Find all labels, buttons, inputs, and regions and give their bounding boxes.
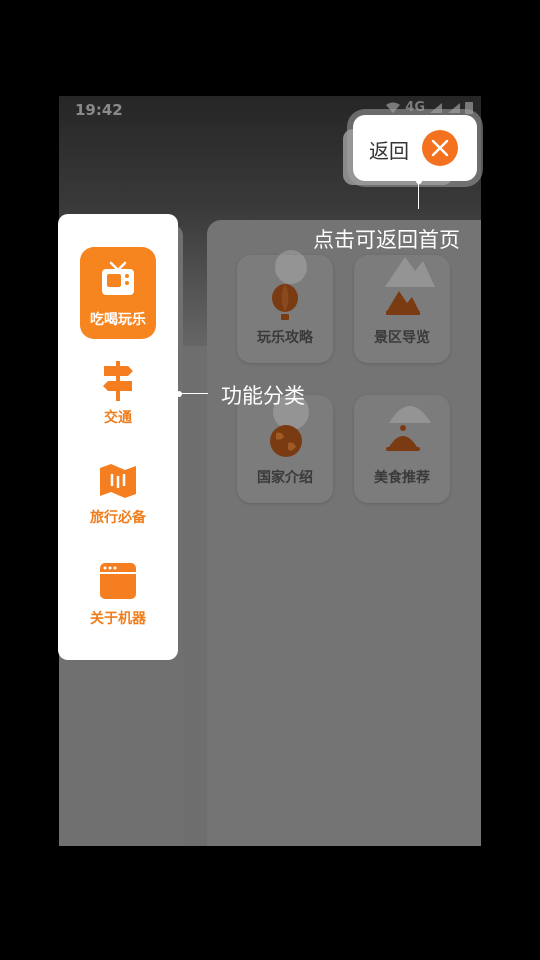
- close-icon[interactable]: [422, 130, 458, 166]
- signal-icon: [430, 102, 442, 113]
- menu-item-travel-essentials[interactable]: 旅行必备: [58, 462, 178, 552]
- tv-icon: [102, 261, 134, 295]
- signpost-icon: [103, 361, 133, 401]
- status-icons: 4G: [385, 100, 473, 115]
- menu-item-label: 旅行必备: [90, 510, 146, 526]
- menu-item-label: 交通: [104, 410, 132, 426]
- callout-line: [418, 181, 419, 209]
- network-type: 4G: [405, 100, 425, 115]
- tile-label: 国家介绍: [257, 470, 313, 486]
- tile-scenic-guide[interactable]: 景区导览: [354, 255, 450, 363]
- menu-item-label: 吃喝玩乐: [90, 312, 146, 328]
- content-panel: 玩乐攻略 景区导览 国家介绍 美食推荐: [207, 220, 481, 846]
- food-cloche-icon: [386, 425, 420, 451]
- mountain-icon: [386, 291, 420, 315]
- tile-label: 景区导览: [374, 330, 430, 346]
- back-button[interactable]: 返回: [353, 115, 477, 181]
- side-menu: 吃喝玩乐 交通 旅行必备 关于机器: [58, 214, 178, 660]
- callout-line: [180, 393, 208, 394]
- map-icon: [100, 464, 136, 498]
- browser-window-icon: [100, 563, 136, 599]
- menu-item-transport[interactable]: 交通: [58, 359, 178, 449]
- category-hint: 功能分类: [221, 384, 305, 408]
- wifi-icon: [386, 102, 401, 113]
- back-button-label: 返回: [369, 139, 409, 163]
- globe-icon: [270, 425, 302, 457]
- tile-country-intro[interactable]: 国家介绍: [237, 394, 333, 503]
- menu-item-eat-drink-play[interactable]: 吃喝玩乐: [58, 247, 178, 339]
- tile-label: 玩乐攻略: [257, 330, 313, 346]
- back-hint: 点击可返回首页: [313, 228, 460, 252]
- callout-dot: [416, 178, 422, 184]
- callout-dot: [176, 391, 182, 397]
- hot-air-balloon-icon: [272, 284, 298, 320]
- menu-item-about-machine[interactable]: 关于机器: [58, 560, 178, 650]
- menu-item-label: 关于机器: [90, 611, 146, 627]
- battery-icon: [465, 102, 473, 114]
- signal-icon-2: [448, 102, 460, 113]
- status-time: 19:42: [75, 101, 123, 119]
- tile-play-guide[interactable]: 玩乐攻略: [237, 250, 333, 363]
- tile-label: 美食推荐: [374, 470, 430, 486]
- tile-food-recommend[interactable]: 美食推荐: [354, 395, 450, 503]
